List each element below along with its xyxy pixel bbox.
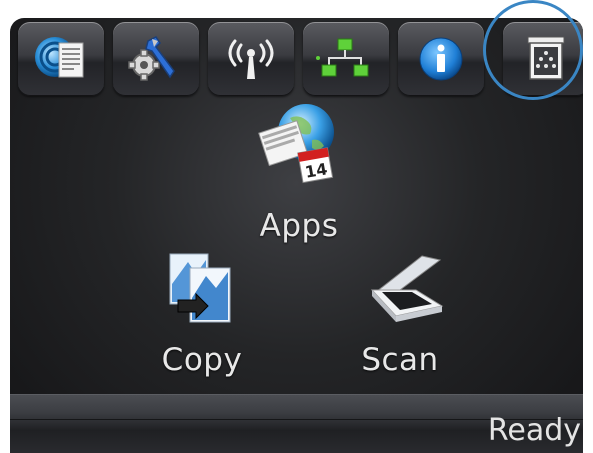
network-icon	[316, 31, 376, 87]
apps-globe-calendar-icon: 14	[254, 96, 344, 186]
web-services-button[interactable]	[18, 22, 104, 96]
apps-label: Apps	[259, 208, 339, 244]
network-button[interactable]	[303, 22, 389, 96]
highlight-ring	[483, 0, 583, 100]
setup-button[interactable]	[113, 22, 199, 96]
apps-tile[interactable]: 14 Apps	[234, 96, 364, 244]
scan-tile[interactable]: Scan	[340, 250, 460, 378]
copy-label: Copy	[161, 342, 243, 378]
scan-label: Scan	[361, 342, 439, 378]
information-button[interactable]	[398, 22, 484, 96]
status-text: Ready	[487, 413, 581, 448]
copy-tile[interactable]: Copy	[147, 250, 257, 378]
information-icon	[411, 31, 471, 87]
setup-icon	[126, 31, 186, 87]
scan-icon	[352, 250, 448, 330]
web-services-icon	[31, 31, 91, 87]
calendar-number: 14	[304, 159, 329, 182]
wireless-icon	[221, 31, 281, 87]
copy-icon	[162, 250, 242, 330]
status-bar: Ready	[10, 394, 583, 453]
wireless-button[interactable]	[208, 22, 294, 96]
